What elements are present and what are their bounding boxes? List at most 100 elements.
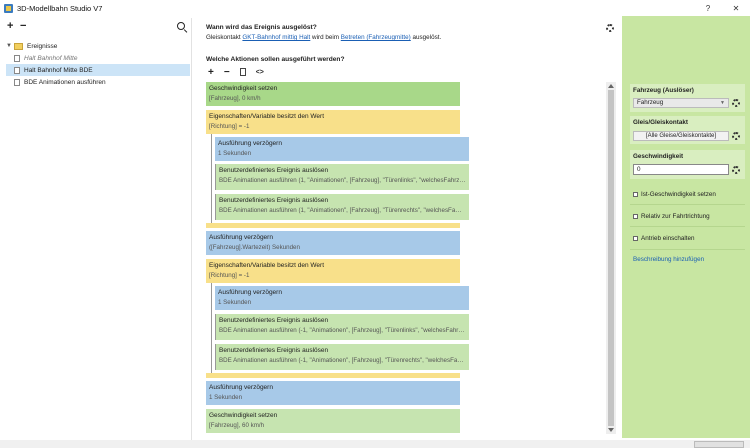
condition-block[interactable]: Eigenschaften/Variable besitzt den Wert … xyxy=(206,259,460,283)
event-doc-icon xyxy=(14,66,20,74)
scroll-up-icon[interactable] xyxy=(608,84,614,88)
action-block[interactable]: Benutzerdefiniertes Ereignis auslösen BD… xyxy=(216,314,469,340)
action-block[interactable]: Ausführung verzögern 1 Sekunden xyxy=(215,137,469,161)
status-bar-button[interactable] xyxy=(694,441,744,448)
chevron-down-icon[interactable]: ▼ xyxy=(6,43,14,49)
gear-icon[interactable] xyxy=(606,24,614,32)
action-title: Benutzerdefiniertes Ereignis auslösen xyxy=(219,167,329,174)
action-block[interactable]: Geschwindigkeit setzen [Fahrzeug], 0 km/… xyxy=(206,82,460,106)
action-params: [Fahrzeug], 60 km/h xyxy=(209,422,265,429)
tree-item[interactable]: BDE Animationen ausführen xyxy=(14,76,106,88)
speed-section: Geschwindigkeit 0 xyxy=(630,150,745,179)
gear-icon[interactable] xyxy=(732,132,740,140)
nesting-line xyxy=(211,134,212,226)
action-title: Benutzerdefiniertes Ereignis auslösen xyxy=(219,347,329,354)
add-description-link[interactable]: Beschreibung hinzufügen xyxy=(633,256,704,263)
action-block[interactable]: Ausführung verzögern 1 Sekunden xyxy=(206,381,460,405)
action-params: [Richtung] = -1 xyxy=(209,272,250,279)
set-actual-speed-checkbox[interactable]: Ist-Geschwindigkeit setzen xyxy=(633,191,716,198)
copy-icon[interactable] xyxy=(239,68,246,76)
vehicle-select[interactable]: Fahrzeug ▼ xyxy=(633,98,729,108)
action-params: BDE Animationen ausführen (1, "Animation… xyxy=(219,177,466,184)
action-title: Benutzerdefiniertes Ereignis auslösen xyxy=(219,197,329,204)
checkbox-label: Relativ zur Fahrtrichtung xyxy=(641,213,710,220)
condition-end-bar xyxy=(206,373,460,378)
trigger-question: Wann wird das Ereignis ausgelöst? xyxy=(206,24,317,31)
action-block[interactable]: Benutzerdefiniertes Ereignis auslösen BD… xyxy=(216,344,469,370)
action-title: Benutzerdefiniertes Ereignis auslösen xyxy=(219,317,329,324)
desc-text: wird beim xyxy=(310,34,341,41)
divider xyxy=(630,204,745,205)
checkbox-label: Ist-Geschwindigkeit setzen xyxy=(641,191,716,198)
desc-text: Gleiskontakt xyxy=(206,34,243,41)
speed-label: Geschwindigkeit xyxy=(633,153,684,160)
event-tree-pane: + − ▼ Ereignisse Halt Bahnhof Mitte Halt… xyxy=(0,18,192,448)
scrollbar-thumb[interactable] xyxy=(608,90,614,426)
trigger-description: Gleiskontakt GKT-Bahnhof mittig Halt wir… xyxy=(206,34,441,41)
help-button[interactable]: ? xyxy=(694,0,722,16)
tree-item-selected[interactable]: Halt Bahnhof Mitte BDE xyxy=(6,64,190,76)
condition-block[interactable]: Eigenschaften/Variable besitzt den Wert … xyxy=(206,110,460,134)
tree-folder-label: Ereignisse xyxy=(27,42,58,50)
add-event-button[interactable]: + xyxy=(7,20,13,32)
scroll-down-icon[interactable] xyxy=(608,428,614,432)
tree-item-label: Halt Bahnhof Mitte xyxy=(24,54,78,62)
action-title: Ausführung verzögern xyxy=(218,289,282,296)
speed-input[interactable]: 0 xyxy=(633,164,729,175)
relative-direction-checkbox[interactable]: Relativ zur Fahrtrichtung xyxy=(633,213,710,220)
status-bar xyxy=(0,440,750,448)
checkbox-box[interactable] xyxy=(633,236,638,241)
remove-action-button[interactable]: − xyxy=(224,67,230,78)
action-block[interactable]: Benutzerdefiniertes Ereignis auslösen BD… xyxy=(216,194,469,220)
track-select-button[interactable]: [Alle Gleise/Gleiskontakte] xyxy=(633,131,729,141)
track-label: Gleis/Gleiskontakt xyxy=(633,119,688,126)
action-list: Geschwindigkeit setzen [Fahrzeug], 0 km/… xyxy=(206,82,606,438)
action-params: ([Fahrzeug].Wartezeit) Sekunden xyxy=(209,244,300,251)
track-section: Gleis/Gleiskontakt [Alle Gleise/Gleiskon… xyxy=(630,116,745,144)
track-contact-link[interactable]: GKT-Bahnhof mittig Halt xyxy=(242,34,310,41)
action-block[interactable]: Ausführung verzögern ([Fahrzeug].Warteze… xyxy=(206,231,460,255)
gear-icon[interactable] xyxy=(732,99,740,107)
trigger-mode-link[interactable]: Betreten (Fahrzeugmitte) xyxy=(341,34,411,41)
tree-item-label: Halt Bahnhof Mitte BDE xyxy=(24,66,93,74)
desc-text: ausgelöst. xyxy=(410,34,442,41)
action-block[interactable]: Benutzerdefiniertes Ereignis auslösen BD… xyxy=(216,164,469,190)
action-title: Geschwindigkeit setzen xyxy=(209,85,278,92)
app-icon xyxy=(4,3,13,13)
vehicle-section: Fahrzeug (Auslöser) Fahrzeug ▼ xyxy=(630,84,745,112)
chevron-down-icon: ▼ xyxy=(720,100,725,106)
condition-end-bar xyxy=(206,223,460,228)
action-block[interactable]: Geschwindigkeit setzen [Fahrzeug], 60 km… xyxy=(206,409,460,433)
action-list-scrollbar[interactable] xyxy=(606,82,616,434)
actions-question: Welche Aktionen sollen ausgeführt werden… xyxy=(206,56,345,63)
checkbox-box[interactable] xyxy=(633,192,638,197)
event-doc-icon xyxy=(14,54,20,62)
action-title: Ausführung verzögern xyxy=(209,384,273,391)
folder-icon xyxy=(14,42,23,50)
code-view-button[interactable]: <> xyxy=(256,69,264,76)
tree-item[interactable]: Halt Bahnhof Mitte xyxy=(14,52,77,64)
action-params: [Fahrzeug], 0 km/h xyxy=(209,95,261,102)
vehicle-label: Fahrzeug (Auslöser) xyxy=(633,87,694,94)
action-params: BDE Animationen ausführen (1, "Animation… xyxy=(219,207,462,214)
checkbox-box[interactable] xyxy=(633,214,638,219)
remove-event-button[interactable]: − xyxy=(20,20,26,32)
action-title: Eigenschaften/Variable besitzt den Wert xyxy=(209,262,325,269)
title-bar: 3D-Modellbahn Studio V7 ? ✕ xyxy=(0,0,750,16)
add-action-button[interactable]: + xyxy=(208,67,214,78)
action-params: 1 Sekunden xyxy=(218,150,252,157)
enable-drive-checkbox[interactable]: Antrieb einschalten xyxy=(633,235,695,242)
action-params: BDE Animationen ausführen (-1, "Animatio… xyxy=(219,327,465,334)
action-params: BDE Animationen ausführen (-1, "Animatio… xyxy=(219,357,464,364)
action-block[interactable]: Ausführung verzögern 1 Sekunden xyxy=(215,286,469,310)
tree-folder-ereignisse[interactable]: ▼ Ereignisse xyxy=(6,40,57,52)
divider xyxy=(630,249,745,250)
action-title: Geschwindigkeit setzen xyxy=(209,412,278,419)
action-params: [Richtung] = -1 xyxy=(209,123,250,130)
gear-icon[interactable] xyxy=(732,166,740,174)
nesting-line xyxy=(211,283,212,374)
close-button[interactable]: ✕ xyxy=(722,0,750,16)
properties-panel: Fahrzeug (Auslöser) Fahrzeug ▼ Gleis/Gle… xyxy=(622,16,750,438)
search-icon[interactable] xyxy=(177,22,185,30)
action-title: Eigenschaften/Variable besitzt den Wert xyxy=(209,113,325,120)
